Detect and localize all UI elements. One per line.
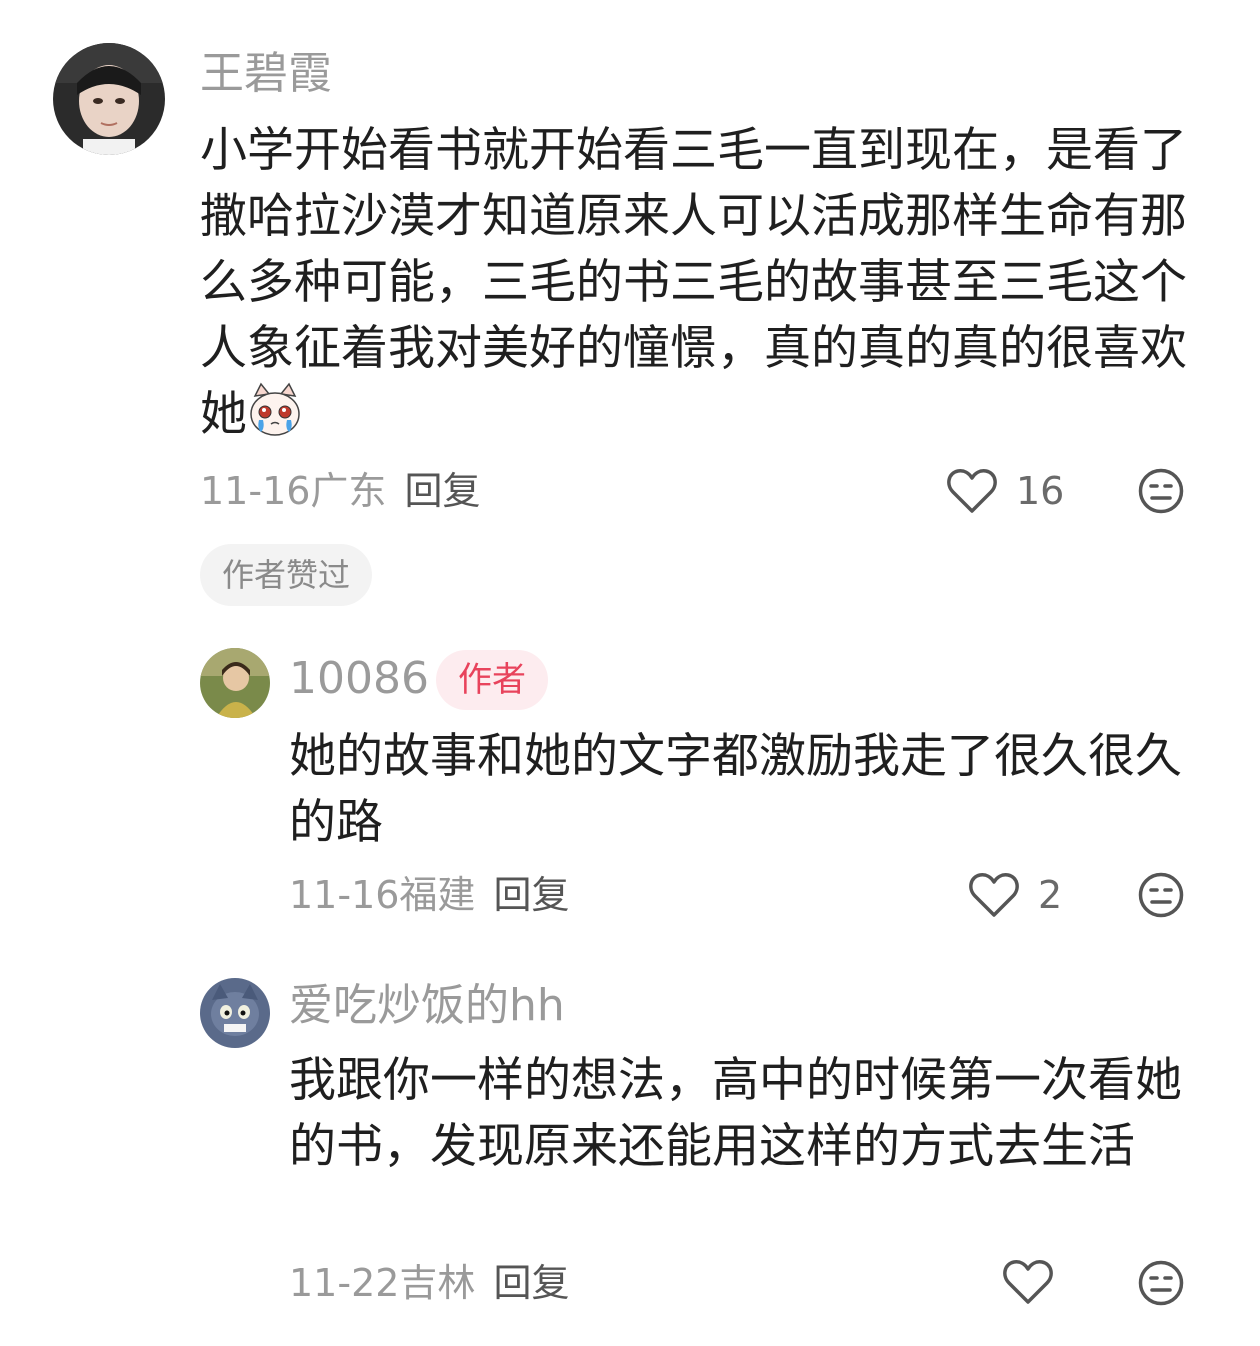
reply-button[interactable]: 回复 (404, 469, 480, 513)
comment-meta: 11-16福建 回复 (289, 870, 569, 920)
comment-meta: 11-22吉林 回复 (289, 1258, 569, 1308)
username[interactable]: 爱吃炒饭的hh (289, 978, 565, 1034)
heart-outline-icon (1003, 1260, 1053, 1304)
avatar[interactable] (200, 648, 270, 718)
comment-text: 我跟你一样的想法，高中的时候第一次看她的书，发现原来还能用这样的方式去生活 (289, 1053, 1182, 1174)
comment-text: 小学开始看书就开始看三毛一直到现在，是看了撒哈拉沙漠才知道原来人可以活成那样生命… (200, 118, 1190, 448)
like-count: 2 (1038, 873, 1063, 917)
comment-date: 11-16 (289, 873, 400, 917)
comment-reply: 10086 作者 她的故事和她的文字都激励我走了很久很久的路 11-16福建 回复… (0, 620, 1260, 950)
username[interactable]: 王碧霞 (200, 46, 332, 102)
comment-location: 广东 (310, 469, 387, 513)
comment-date: 11-22 (289, 1261, 400, 1305)
heart-outline-icon (947, 469, 997, 513)
like-button[interactable]: 2 (968, 870, 1062, 920)
meh-face-icon (1138, 468, 1184, 514)
comment-location: 吉林 (399, 1261, 476, 1305)
reply-button[interactable]: 回复 (493, 873, 569, 917)
meh-face-icon (1138, 1260, 1184, 1306)
dislike-button[interactable] (1138, 468, 1184, 514)
username[interactable]: 10086 (289, 651, 429, 707)
comment-meta: 11-16广东 回复 (200, 466, 480, 516)
comment-location: 福建 (399, 873, 476, 917)
heart-outline-icon (969, 873, 1019, 917)
author-liked-tag: 作者赞过 (200, 544, 373, 606)
comment-top-level: 王碧霞 小学开始看书就开始看三毛一直到现在，是看了撒哈拉沙漠才知道原来人可以活成… (0, 0, 1260, 620)
comment-text-content: 小学开始看书就开始看三毛一直到现在，是看了撒哈拉沙漠才知道原来人可以活成那样生命… (200, 123, 1187, 442)
like-button[interactable]: 16 (946, 466, 1064, 516)
like-button[interactable] (1002, 1258, 1054, 1306)
like-count: 16 (1016, 469, 1065, 513)
avatar[interactable] (53, 43, 165, 155)
meh-face-icon (1138, 872, 1184, 918)
comment-text: 她的故事和她的文字都激励我走了很久很久的路 (289, 729, 1182, 850)
dislike-button[interactable] (1138, 872, 1184, 918)
dislike-button[interactable] (1138, 1260, 1184, 1306)
avatar[interactable] (200, 978, 270, 1048)
reply-button[interactable]: 回复 (493, 1261, 569, 1305)
author-badge: 作者 (436, 650, 548, 710)
crying-cat-emoji-icon (247, 382, 303, 438)
comment-reply: 爱吃炒饭的hh 我跟你一样的想法，高中的时候第一次看她的书，发现原来还能用这样的… (0, 950, 1260, 1346)
comment-date: 11-16 (200, 469, 311, 513)
